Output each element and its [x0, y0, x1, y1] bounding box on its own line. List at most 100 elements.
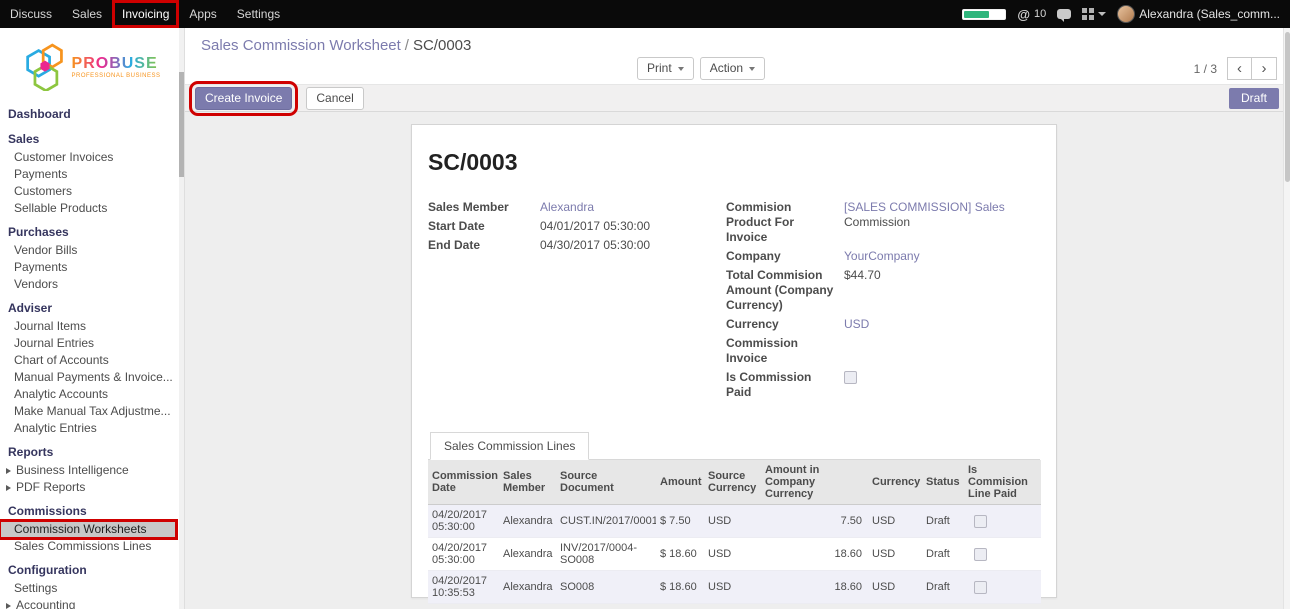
sidebar-item-accounting[interactable]: Accounting — [0, 597, 176, 609]
sidebar-item-label: Accounting — [16, 599, 75, 609]
activity-menu[interactable]: @ 10 — [1017, 7, 1046, 22]
field-commission-invoice: Commission Invoice — [726, 336, 1040, 366]
systray: @ 10 Alexandra (Sales_comm... — [962, 0, 1290, 28]
pager: 1 / 3 ‹ › — [1194, 57, 1277, 80]
sidebar-scrollbar[interactable] — [179, 28, 184, 609]
line-paid-checkbox[interactable] — [974, 548, 987, 561]
cell-member: Alexandra — [499, 538, 556, 571]
breadcrumb-parent[interactable]: Sales Commission Worksheet — [201, 37, 401, 54]
create-invoice-button[interactable]: Create Invoice — [195, 87, 292, 110]
sidebar-item-customers[interactable]: Customers — [0, 183, 176, 200]
sidebar-section-adviser[interactable]: Adviser — [0, 298, 176, 318]
sidebar-item-journal-entries[interactable]: Journal Entries — [0, 335, 176, 352]
sales-member-link[interactable]: Alexandra — [540, 200, 594, 214]
sidebar-item-label: PDF Reports — [16, 481, 85, 494]
sidebar-item-sales-commissions-lines[interactable]: Sales Commissions Lines — [0, 538, 176, 555]
sidebar-section-sales[interactable]: Sales — [0, 129, 176, 149]
sidebar-item-sellable-products[interactable]: Sellable Products — [0, 200, 176, 217]
field-label: Sales Member — [428, 200, 540, 215]
sidebar-item-customer-invoices[interactable]: Customer Invoices — [0, 149, 176, 166]
cell-amount: $ 18.60 — [656, 571, 704, 604]
table-row[interactable]: 04/20/2017 05:30:00 Alexandra CUST.IN/20… — [428, 505, 1041, 538]
activity-count: 10 — [1034, 8, 1046, 20]
sidebar-item-analytic-entries[interactable]: Analytic Entries — [0, 420, 176, 437]
form-sheet: SC/0003 Sales Member Alexandra Start Dat… — [411, 124, 1057, 598]
sidebar-section-reports[interactable]: Reports — [0, 442, 176, 462]
company-link[interactable]: YourCompany — [844, 249, 920, 263]
cell-member: Alexandra — [499, 505, 556, 538]
field-label: Total Commision Amount (Company Currency… — [726, 268, 844, 313]
user-menu[interactable]: Alexandra (Sales_comm... — [1117, 5, 1280, 23]
is-commission-paid-checkbox[interactable] — [844, 371, 857, 384]
sidebar-section-dashboard[interactable]: Dashboard — [0, 104, 176, 124]
commission-lines-table: Commission Date Sales Member Source Docu… — [428, 460, 1041, 604]
currency-link[interactable]: USD — [844, 317, 869, 331]
page-scrollbar[interactable] — [1283, 28, 1290, 609]
sidebar-item-vendor-bills[interactable]: Vendor Bills — [0, 242, 176, 259]
menu-invoicing[interactable]: Invoicing — [112, 0, 179, 28]
commission-product-text: Commission — [844, 215, 1040, 230]
field-company: Company YourCompany — [726, 249, 1040, 264]
battery-indicator[interactable] — [962, 9, 1006, 20]
field-column-left: Sales Member Alexandra Start Date 04/01/… — [428, 200, 726, 404]
sidebar-section-commissions[interactable]: Commissions — [0, 501, 176, 521]
col-status: Status — [922, 460, 964, 505]
menu-apps[interactable]: Apps — [179, 0, 226, 28]
sidebar-scrollbar-thumb[interactable] — [179, 72, 184, 177]
start-date-value: 04/01/2017 05:30:00 — [540, 219, 726, 234]
app-menu: Discuss Sales Invoicing Apps Settings — [0, 0, 290, 28]
action-button[interactable]: Action — [700, 57, 765, 80]
col-source-document: Source Document — [556, 460, 656, 505]
menu-settings[interactable]: Settings — [227, 0, 290, 28]
record-title: SC/0003 — [428, 149, 1040, 176]
sidebar-item-manual-payments[interactable]: Manual Payments & Invoice... — [0, 369, 176, 386]
notebook: Sales Commission Lines Commission Date S… — [428, 432, 1040, 609]
tabs-row: Sales Commission Lines — [428, 432, 1040, 460]
col-currency: Currency — [868, 460, 922, 505]
probuse-logo: PROBUSE PROFESSIONAL BUSINESS — [0, 28, 184, 98]
field-label: Commission Invoice — [726, 336, 844, 366]
table-row[interactable]: 04/20/2017 10:35:53 Alexandra SO008 $ 18… — [428, 571, 1041, 604]
col-amount-company-currency: Amount in Company Currency — [761, 460, 868, 505]
cell-source-currency: USD — [704, 571, 761, 604]
print-label: Print — [647, 62, 672, 75]
sidebar-item-business-intelligence[interactable]: Business Intelligence — [0, 462, 176, 479]
action-label: Action — [710, 62, 743, 75]
tab-sales-commission-lines[interactable]: Sales Commission Lines — [430, 432, 589, 460]
debug-menu[interactable] — [1082, 8, 1106, 20]
sidebar-item-analytic-accounts[interactable]: Analytic Accounts — [0, 386, 176, 403]
sidebar-item-journal-items[interactable]: Journal Items — [0, 318, 176, 335]
field-currency: Currency USD — [726, 317, 1040, 332]
sidebar-item-payments[interactable]: Payments — [0, 166, 176, 183]
cell-date: 04/20/2017 05:30:00 — [428, 538, 499, 571]
sidebar-section-purchases[interactable]: Purchases — [0, 222, 176, 242]
battery-fill — [964, 11, 989, 18]
col-source-currency: Source Currency — [704, 460, 761, 505]
menu-discuss[interactable]: Discuss — [0, 0, 62, 28]
sidebar-item-commission-worksheets[interactable]: Commission Worksheets — [0, 521, 176, 538]
sidebar-item-manual-tax-adjustment[interactable]: Make Manual Tax Adjustme... — [0, 403, 176, 420]
sidebar-item-chart-of-accounts[interactable]: Chart of Accounts — [0, 352, 176, 369]
cancel-button[interactable]: Cancel — [306, 87, 363, 110]
line-paid-checkbox[interactable] — [974, 581, 987, 594]
menu-sales[interactable]: Sales — [62, 0, 112, 28]
cell-source: INV/2017/0004-SO008 — [556, 538, 656, 571]
page-scrollbar-thumb[interactable] — [1285, 32, 1290, 182]
line-paid-checkbox[interactable] — [974, 515, 987, 528]
commission-product-link[interactable]: [SALES COMMISSION] Sales — [844, 200, 1005, 214]
pager-next-button[interactable]: › — [1252, 57, 1277, 80]
sidebar-section-configuration[interactable]: Configuration — [0, 560, 176, 580]
sidebar-item-settings[interactable]: Settings — [0, 580, 176, 597]
sidebar-item-vendors[interactable]: Vendors — [0, 276, 176, 293]
control-panel-buttons: Print Action — [637, 57, 765, 80]
table-row[interactable]: 04/20/2017 05:30:00 Alexandra INV/2017/0… — [428, 538, 1041, 571]
cell-status: Draft — [922, 538, 964, 571]
sidebar-nav: Dashboard Sales Customer Invoices Paymen… — [0, 98, 184, 609]
messages-menu[interactable] — [1057, 9, 1071, 19]
print-button[interactable]: Print — [637, 57, 694, 80]
pager-previous-button[interactable]: ‹ — [1227, 57, 1252, 80]
sidebar-item-payments-purchase[interactable]: Payments — [0, 259, 176, 276]
field-label: End Date — [428, 238, 540, 253]
modules-icon — [1082, 8, 1094, 20]
sidebar-item-pdf-reports[interactable]: PDF Reports — [0, 479, 176, 496]
